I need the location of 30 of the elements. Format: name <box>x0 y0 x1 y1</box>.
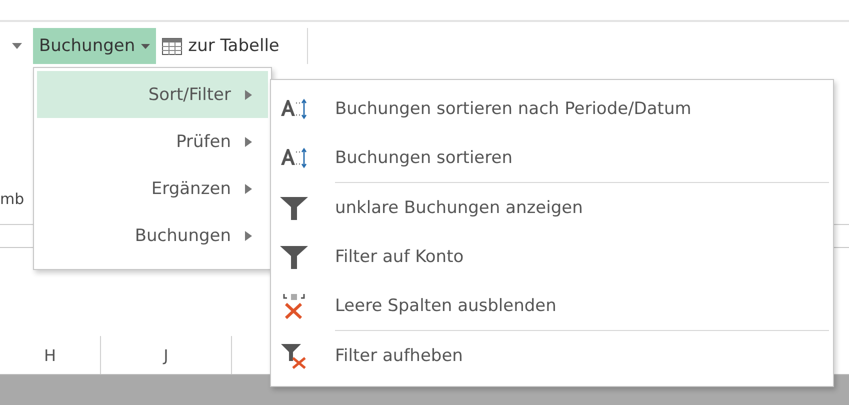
submenu-item[interactable]: Filter auf Konto <box>271 232 833 281</box>
bookings-dropdown-button[interactable]: Buchungen <box>33 28 156 64</box>
submenu-item[interactable]: Buchungen sortieren nach Periode/Datum <box>271 84 833 133</box>
submenu-item[interactable]: unklare Buchungen anzeigen <box>271 183 833 232</box>
menu-item[interactable]: Prüfen <box>37 118 268 165</box>
menu-item[interactable]: Sort/Filter <box>37 71 268 118</box>
submenu-item-label: Filter aufheben <box>335 346 463 366</box>
submenu-item[interactable]: Leere Spalten ausblenden <box>271 281 833 330</box>
submenu-item-label: Buchungen sortieren <box>335 148 512 168</box>
table-icon <box>162 38 182 54</box>
filter-icon <box>279 194 309 220</box>
filter-icon <box>279 244 309 270</box>
caret-icon[interactable] <box>12 43 22 49</box>
column-header: J <box>101 336 232 374</box>
menu-item[interactable]: Ergänzen <box>37 165 268 212</box>
menu-item[interactable]: Buchungen <box>37 212 268 259</box>
submenu-item-label: unklare Buchungen anzeigen <box>335 198 583 218</box>
submenu-item[interactable]: Buchungen sortieren <box>271 133 833 182</box>
caret-icon <box>141 44 150 48</box>
column-header: H <box>0 336 101 374</box>
submenu-item-label: Buchungen sortieren nach Periode/Datum <box>335 98 692 118</box>
submenu-item-label: Leere Spalten ausblenden <box>335 296 556 316</box>
submenu-arrow-icon <box>245 184 252 194</box>
submenu-item-label: Filter auf Konto <box>335 246 464 266</box>
submenu-arrow-icon <box>245 136 252 146</box>
submenu-item[interactable]: Filter aufheben <box>271 331 833 380</box>
submenu-arrow-icon <box>245 230 252 240</box>
submenu-arrow-icon <box>245 90 252 100</box>
cut-label: mb <box>0 190 24 208</box>
to-table-button[interactable]: zur Tabelle <box>156 28 286 64</box>
